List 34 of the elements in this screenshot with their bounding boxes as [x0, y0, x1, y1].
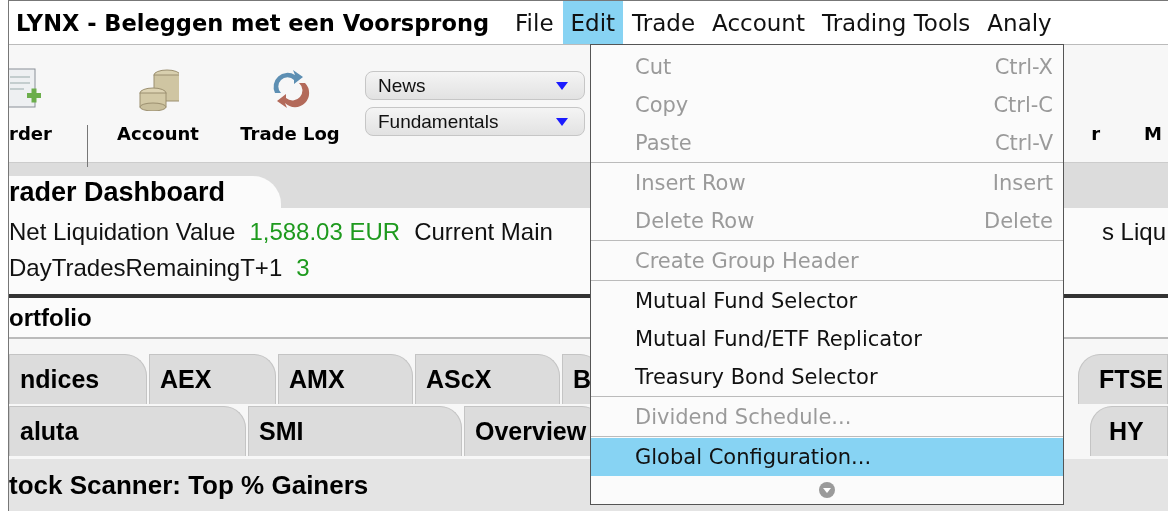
tab[interactable]: aluta: [9, 406, 246, 456]
field-label: s Liqu: [1101, 218, 1166, 245]
tab[interactable]: FTSE: [1078, 354, 1168, 404]
field-label: DayTradesRemainingT+1: [9, 254, 283, 282]
toolbar-button[interactable]: Trade Log: [235, 45, 345, 144]
tab[interactable]: HY: [1090, 406, 1168, 456]
toolbar-button[interactable]: M: [1144, 123, 1162, 162]
field-value: 3: [296, 254, 310, 282]
menu-item[interactable]: Analy: [979, 1, 1060, 44]
field-value: 1,588.03 EUR: [249, 218, 401, 246]
field-label: Current Main: [414, 218, 553, 246]
window-title: LYNX - Beleggen met een Voorsprong: [16, 8, 490, 38]
menu-item[interactable]: File: [507, 1, 562, 44]
coins-icon: [137, 67, 179, 111]
tab[interactable]: AMX: [278, 354, 413, 404]
dropdown[interactable]: Fundamentals: [365, 107, 585, 136]
field-label: Net Liquidation Value: [9, 218, 236, 246]
caret-icon: [556, 81, 568, 90]
scroll-down-icon: [819, 482, 835, 498]
menu-item[interactable]: Trading Tools: [813, 1, 979, 44]
menu-item[interactable]: Edit: [562, 1, 624, 44]
menu-item[interactable]: Account: [704, 1, 813, 44]
toolbar-button[interactable]: r: [1091, 123, 1101, 162]
panel-tab[interactable]: rader Dashboard: [9, 176, 281, 208]
caret-icon: [556, 117, 568, 126]
toolbar-button[interactable]: Account: [108, 45, 208, 144]
tab[interactable]: AScX: [415, 354, 560, 404]
dropdown[interactable]: News: [365, 71, 585, 100]
tab[interactable]: AEX: [149, 354, 276, 404]
toolbar-button[interactable]: rder: [9, 45, 61, 144]
menu-item[interactable]: Trade: [624, 1, 704, 44]
menu-item[interactable]: Global Configuration...: [591, 438, 1063, 476]
tab[interactable]: SMI: [248, 406, 462, 456]
tab[interactable]: ndices: [9, 354, 147, 404]
